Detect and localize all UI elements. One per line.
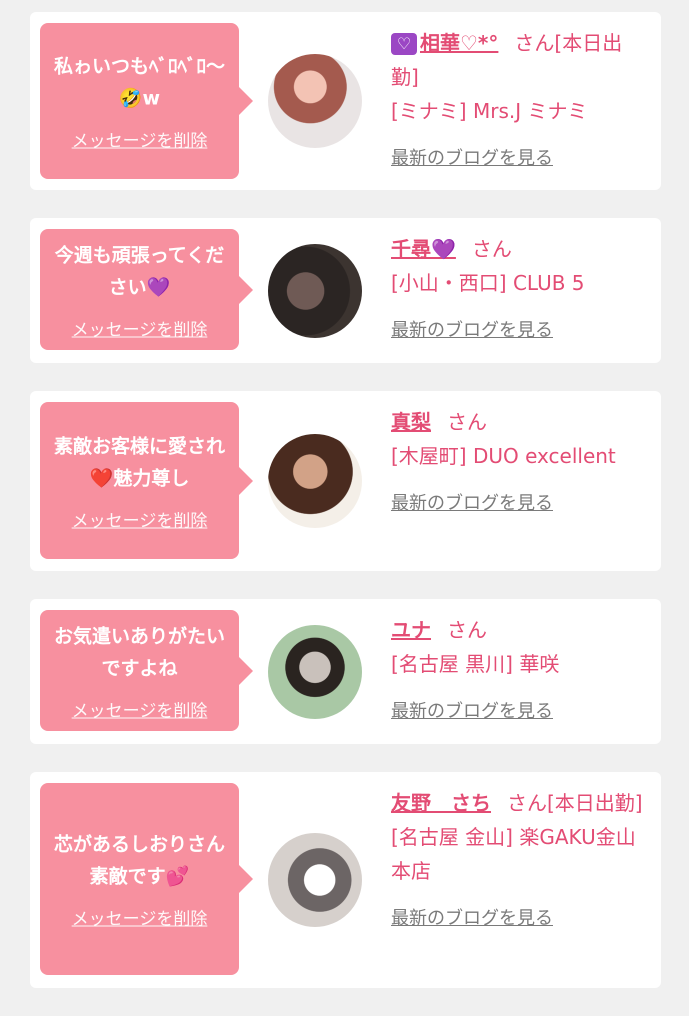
delete-message-link[interactable]: メッセージを削除 xyxy=(72,696,208,721)
shop-name: [木屋町] DUO excellent xyxy=(391,444,616,468)
honorific: さん xyxy=(507,791,547,815)
cast-info: 千尋💜 さん [小山・西口] CLUB 5 最新のブログを見る xyxy=(391,232,646,348)
latest-blog-link[interactable]: 最新のブログを見る xyxy=(391,695,646,729)
latest-blog-link[interactable]: 最新のブログを見る xyxy=(391,902,646,936)
latest-blog-link[interactable]: 最新のブログを見る xyxy=(391,487,646,521)
honorific: さん xyxy=(471,237,512,261)
message-card: 今週も頑張ってください💜 メッセージを削除 千尋💜 さん [小山・西口] CLUB… xyxy=(30,218,661,363)
honorific: さん xyxy=(447,618,487,642)
delete-message-link[interactable]: メッセージを削除 xyxy=(72,506,208,531)
message-text: 私ゎいつもﾍﾞﾛﾍﾞﾛ〜🤣w xyxy=(53,55,225,110)
cast-name-link[interactable]: 千尋💜 xyxy=(391,237,456,261)
avatar[interactable] xyxy=(268,244,362,338)
cast-name-link[interactable]: ユナ xyxy=(391,618,431,642)
cast-name-link[interactable]: 真梨 xyxy=(391,410,431,434)
status-label: [本日出勤] xyxy=(547,791,643,815)
scrollbar[interactable] xyxy=(681,0,689,1000)
cast-info: 友野 さち さん[本日出勤] [名古屋 金山] 楽GAKU金山本店 最新のブログを… xyxy=(391,786,646,936)
avatar[interactable] xyxy=(268,833,362,927)
honorific: さん xyxy=(514,31,555,55)
delete-message-link[interactable]: メッセージを削除 xyxy=(72,127,208,152)
shop-name: [名古屋 黒川] 華咲 xyxy=(391,652,560,676)
latest-blog-link[interactable]: 最新のブログを見る xyxy=(391,142,646,176)
message-text: 今週も頑張ってください💜 xyxy=(54,244,225,298)
honorific: さん xyxy=(447,410,487,434)
message-bubble: 素敵お客様に愛され❤️魅力尊し メッセージを削除 xyxy=(40,402,253,559)
message-bubble: 芯があるしおりさん素敵です💕 メッセージを削除 xyxy=(40,783,253,975)
heart-badge-icon: ♡ xyxy=(391,33,417,55)
shop-name: [ミナミ] Mrs.J ミナミ xyxy=(391,99,588,123)
cast-info: 真梨 さん [木屋町] DUO excellent 最新のブログを見る xyxy=(391,405,646,521)
message-card: 私ゎいつもﾍﾞﾛﾍﾞﾛ〜🤣w メッセージを削除 ♡ 相華♡*° さん[本日出勤] [… xyxy=(30,12,661,190)
delete-message-link[interactable]: メッセージを削除 xyxy=(72,905,208,930)
message-bubble: 今週も頑張ってください💜 メッセージを削除 xyxy=(40,229,253,350)
latest-blog-link[interactable]: 最新のブログを見る xyxy=(391,314,646,348)
message-bubble: お気遣いありがたいですよね メッセージを削除 xyxy=(40,610,253,731)
message-text: お気遣いありがたいですよね xyxy=(53,625,225,679)
message-text: 芯があるしおりさん素敵です💕 xyxy=(53,833,225,888)
shop-name: [名古屋 金山] 楽GAKU金山本店 xyxy=(391,825,636,883)
message-card: 芯があるしおりさん素敵です💕 メッセージを削除 友野 さち さん[本日出勤] [名… xyxy=(30,772,661,988)
message-list: 私ゎいつもﾍﾞﾛﾍﾞﾛ〜🤣w メッセージを削除 ♡ 相華♡*° さん[本日出勤] [… xyxy=(30,12,661,1016)
shop-name: [小山・西口] CLUB 5 xyxy=(391,271,585,295)
avatar[interactable] xyxy=(268,434,362,528)
delete-message-link[interactable]: メッセージを削除 xyxy=(72,315,208,340)
message-bubble: 私ゎいつもﾍﾞﾛﾍﾞﾛ〜🤣w メッセージを削除 xyxy=(40,23,253,179)
cast-info: ユナ さん [名古屋 黒川] 華咲 最新のブログを見る xyxy=(391,613,646,729)
message-text: 素敵お客様に愛され❤️魅力尊し xyxy=(53,435,225,489)
cast-name-link[interactable]: 友野 さち xyxy=(391,791,491,815)
message-card: 素敵お客様に愛され❤️魅力尊し メッセージを削除 真梨 さん [木屋町] DUO … xyxy=(30,391,661,571)
cast-info: ♡ 相華♡*° さん[本日出勤] [ミナミ] Mrs.J ミナミ 最新のブログを見る xyxy=(391,26,646,176)
message-card: お気遣いありがたいですよね メッセージを削除 ユナ さん [名古屋 黒川] 華咲 … xyxy=(30,599,661,744)
avatar[interactable] xyxy=(268,625,362,719)
cast-name-link[interactable]: 相華♡*° xyxy=(420,31,498,55)
avatar[interactable] xyxy=(268,54,362,148)
